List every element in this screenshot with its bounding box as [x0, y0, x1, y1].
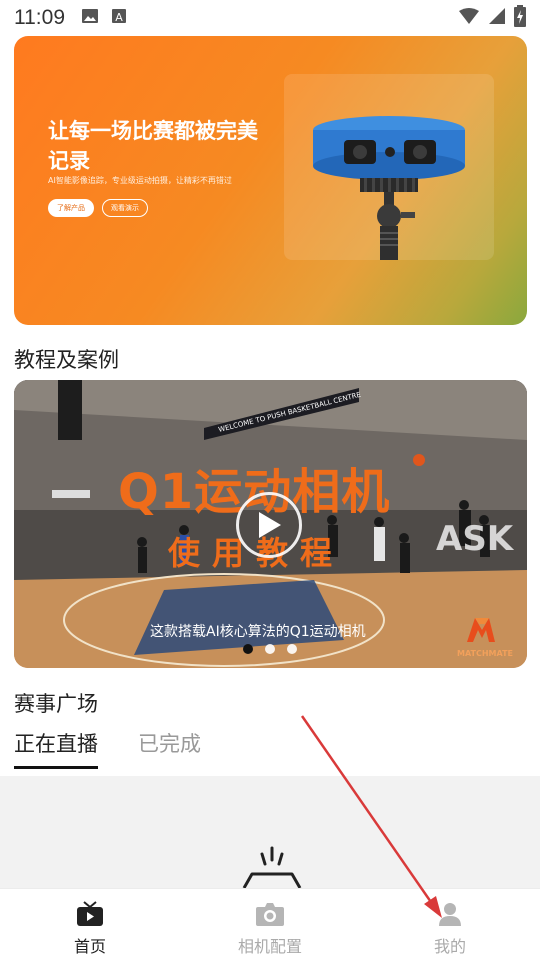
carousel-dot[interactable]	[265, 644, 275, 654]
learn-product-button[interactable]: 了解产品	[48, 199, 94, 217]
wifi-icon	[458, 7, 480, 29]
hero-banner[interactable]: 让每一场比赛都被完美记录 AI智能影像追踪，专业级运动拍摄，让精彩不再错过 了解…	[14, 36, 527, 325]
nav-label-home: 首页	[73, 937, 106, 956]
hero-buttons: 了解产品 观看演示	[48, 199, 148, 217]
tutorial-video-card[interactable]: WELCOME TO PUSH BASKETBALL CENTRE ASK Q1…	[14, 380, 527, 668]
svg-text:ASK: ASK	[436, 519, 515, 559]
status-icons-right	[458, 5, 526, 31]
play-icon	[259, 512, 281, 538]
nav-item-profile[interactable]: 我的	[360, 889, 540, 960]
live-list-area	[0, 776, 540, 888]
nav-item-home[interactable]: 首页	[0, 889, 180, 960]
status-bar: 11:09 A	[0, 0, 540, 36]
tab-live[interactable]: 正在直播	[14, 728, 98, 769]
nav-label-profile: 我的	[433, 937, 466, 956]
hero-subtitle: AI智能影像追踪，专业级运动拍摄，让精彩不再错过	[48, 176, 232, 185]
camera-icon	[256, 903, 284, 926]
events-tabs: 正在直播 已完成	[14, 728, 201, 769]
hero-title: 让每一场比赛都被完美记录	[48, 119, 258, 173]
matchmate-logo-text: MATCHMATE	[456, 649, 513, 658]
product-image-card	[284, 74, 494, 260]
camera-product-image	[313, 116, 465, 260]
user-icon	[439, 903, 461, 926]
signal-icon	[488, 7, 506, 29]
play-button[interactable]	[236, 492, 302, 558]
events-section-title: 赛事广场	[14, 692, 98, 716]
watch-demo-button[interactable]: 观看演示	[102, 199, 148, 217]
status-time: 11:09	[14, 6, 65, 29]
nav-item-camera-config[interactable]: 相机配置	[180, 889, 360, 960]
status-icons-left: A	[81, 7, 127, 29]
carousel-dot[interactable]	[243, 644, 253, 654]
carousel-dot[interactable]	[287, 644, 297, 654]
image-icon	[81, 7, 99, 29]
tv-icon	[77, 901, 103, 926]
battery-icon	[514, 5, 526, 31]
svg-text:A: A	[115, 11, 123, 24]
tutorials-section-title: 教程及案例	[14, 348, 119, 372]
font-icon: A	[111, 7, 127, 29]
tab-completed[interactable]: 已完成	[138, 728, 201, 769]
nav-label-camera-config: 相机配置	[237, 937, 302, 956]
empty-state-icon	[242, 846, 302, 888]
bottom-navigation: 首页 相机配置 我的	[0, 888, 540, 960]
carousel-dots	[243, 644, 297, 654]
video-caption: 这款搭载AI核心算法的Q1运动相机	[150, 624, 366, 640]
